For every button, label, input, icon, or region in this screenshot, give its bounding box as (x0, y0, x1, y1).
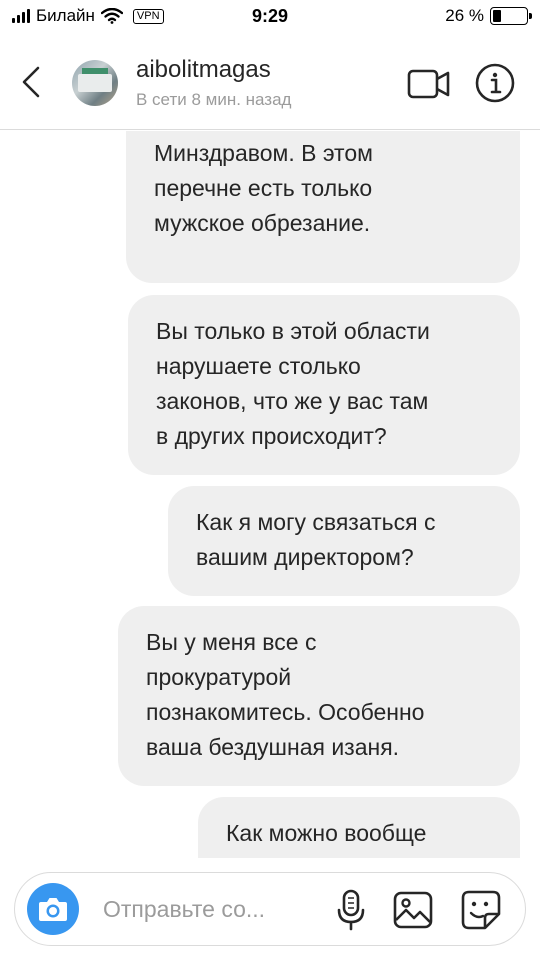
message-bubble[interactable]: Вы только в этой области нарушаете столь… (128, 295, 520, 475)
message-input[interactable] (103, 891, 313, 927)
message-text: Как можно вообще (226, 820, 427, 846)
message-text: Как я могу связаться с вашим директором? (196, 509, 436, 570)
sticker-icon (461, 890, 501, 930)
chat-header: aibolitmagas В сети 8 мин. назад (0, 40, 540, 130)
message-bubble[interactable]: Как можно вообще (198, 797, 520, 858)
camera-button[interactable] (27, 883, 79, 935)
sticker-button[interactable] (459, 888, 503, 932)
message-text: Вы у меня все с прокуратурой познакомите… (146, 629, 425, 760)
chat-username[interactable]: aibolitmagas (136, 56, 271, 84)
gallery-button[interactable] (391, 888, 435, 932)
video-camera-icon (407, 69, 450, 99)
microphone-button[interactable] (333, 888, 369, 932)
info-icon (475, 63, 515, 103)
battery-level (493, 10, 502, 22)
avatar[interactable] (72, 60, 118, 106)
message-text: услуг, устанавливаемых Минздравом. В это… (154, 140, 373, 236)
presence-status: В сети 8 мин. назад (136, 90, 292, 109)
message-list[interactable]: услуг, устанавливаемых Минздравом. В это… (0, 131, 540, 858)
message-bubble[interactable]: услуг, устанавливаемых Минздравом. В это… (126, 131, 520, 283)
chevron-left-icon (22, 66, 40, 98)
message-bubble[interactable]: Вы у меня все с прокуратурой познакомите… (118, 606, 520, 786)
message-text: Вы только в этой области нарушаете столь… (156, 318, 430, 449)
message-bubble[interactable]: Как я могу связаться с вашим директором? (168, 486, 520, 596)
battery-percent: 26 % (445, 6, 484, 25)
battery-icon (490, 7, 532, 25)
video-call-button[interactable] (406, 64, 452, 104)
status-right: 26 % (445, 6, 532, 26)
info-button[interactable] (474, 62, 516, 104)
image-gallery-icon (393, 891, 433, 929)
back-button[interactable] (14, 62, 50, 102)
status-bar: Билайн VPN 9:29 26 % (0, 0, 540, 40)
camera-icon (39, 898, 67, 921)
microphone-icon (337, 889, 365, 931)
message-composer (14, 872, 526, 946)
